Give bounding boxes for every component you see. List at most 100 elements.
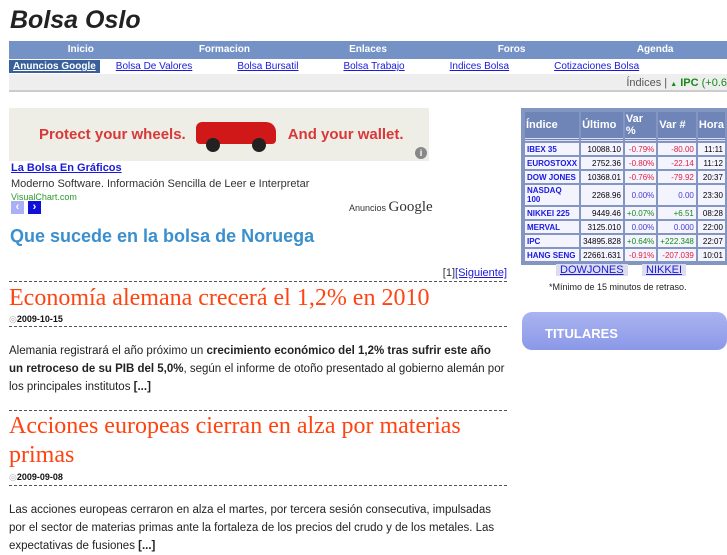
market-link-nikkei[interactable]: NIKKEI	[642, 264, 687, 276]
time: 20:37	[697, 171, 725, 183]
ticker-change: (+0.6	[701, 77, 727, 89]
prev-arrow-icon[interactable]: ‹	[11, 201, 24, 214]
divider	[9, 281, 507, 282]
last-value: 10088.10	[581, 143, 623, 155]
article-title[interactable]: Economía alemana crecerá el 1,2% en 2010	[9, 284, 507, 313]
change-abs: 0.00	[658, 185, 696, 205]
summary-text: Alemania registrará el año próximo un	[9, 345, 207, 357]
index-name[interactable]: IBEX 35	[525, 143, 580, 155]
car-image	[195, 118, 278, 152]
col-var-pct: Var %	[624, 112, 657, 141]
time: 11:12	[697, 157, 725, 169]
time: 23:30	[697, 185, 725, 205]
link-indices-bolsa[interactable]: Indices Bolsa	[450, 61, 509, 72]
change-pct: -0.91%	[624, 249, 657, 261]
col-var-num: Var #	[658, 112, 696, 141]
pager-current: [1]	[442, 267, 456, 279]
time: 10:01	[697, 249, 725, 261]
delay-note: *Mínimo de 15 minutos de retraso.	[549, 282, 687, 292]
ad-left-text: Protect your wheels.	[39, 126, 186, 143]
site-title: Bolsa Oslo	[10, 6, 141, 34]
next-arrow-icon[interactable]: ›	[28, 201, 41, 214]
stock-indices-table: Índice Último Var % Var # Hora IBEX 35 10…	[521, 108, 727, 265]
change-pct: +0.64%	[624, 235, 657, 247]
index-name[interactable]: MERVAL	[525, 221, 580, 233]
index-name[interactable]: NASDAQ 100	[525, 185, 580, 205]
date-text: 2009-10-15	[16, 314, 63, 324]
time: 22:07	[697, 235, 725, 247]
change-abs: -79.92	[658, 171, 696, 183]
change-abs: +6.51	[658, 207, 696, 219]
link-bolsa-bursatil[interactable]: Bolsa Bursatil	[237, 61, 298, 72]
clock-icon: ◎	[9, 472, 17, 482]
banner-ad[interactable]: Protect your wheels. And your wallet. i	[9, 108, 429, 161]
index-name[interactable]: IPC	[525, 235, 580, 247]
pager: [1][Siguiente]	[443, 267, 507, 279]
index-ticker: Índices | ▲ IPC (+0.6	[9, 74, 727, 92]
ads-by-label: Anuncios	[349, 203, 387, 213]
nav-formacion[interactable]: Formacion	[153, 41, 297, 59]
change-abs: -207.039	[658, 249, 696, 261]
nav-inicio[interactable]: Inicio	[9, 41, 153, 59]
main-nav: Inicio Formacion Enlaces Foros Agenda	[9, 41, 727, 59]
divider	[9, 410, 507, 411]
stock-row: NASDAQ 100 2268.96 0.00% 0.00 23:30	[525, 185, 725, 205]
nav-foros[interactable]: Foros	[440, 41, 584, 59]
ad-description: Moderno Software. Información Sencilla d…	[11, 178, 310, 190]
nav-enlaces[interactable]: Enlaces	[296, 41, 440, 59]
link-cotizaciones-bolsa[interactable]: Cotizaciones Bolsa	[554, 61, 639, 72]
ad-url[interactable]: VisualChart.com	[11, 192, 77, 200]
last-value: 9449.46	[581, 207, 623, 219]
last-value: 34895.828	[581, 235, 623, 247]
change-pct: 0.00%	[624, 185, 657, 205]
ad-links-bar: Anuncios Google Bolsa De Valores Bolsa B…	[9, 59, 727, 74]
index-name[interactable]: NIKKEI 225	[525, 207, 580, 219]
nav-agenda[interactable]: Agenda	[583, 41, 727, 59]
ticker-name[interactable]: IPC	[680, 77, 698, 89]
date-text: 2009-09-08	[16, 472, 63, 482]
stock-row: DOW JONES 10368.01 -0.76% -79.92 20:37	[525, 171, 725, 183]
col-hora: Hora	[697, 112, 725, 141]
clock-icon: ◎	[9, 314, 17, 324]
ad-link[interactable]: La Bolsa En Gráficos	[11, 162, 122, 174]
stock-row: IBEX 35 10088.10 -0.79% -80.00 11:11	[525, 143, 725, 155]
info-icon[interactable]: i	[415, 147, 427, 159]
section-title: Que sucede en la bolsa de Noruega	[10, 226, 315, 246]
article-title[interactable]: Acciones europeas cierran en alza por ma…	[9, 412, 507, 470]
change-pct: -0.80%	[624, 157, 657, 169]
time: 11:11	[697, 143, 725, 155]
pager-next[interactable]: [Siguiente]	[455, 267, 507, 279]
link-bolsa-de-valores[interactable]: Bolsa De Valores	[116, 61, 193, 72]
index-name[interactable]: HANG SENG	[525, 249, 580, 261]
change-abs: 0.000	[658, 221, 696, 233]
google-logo: Google	[388, 199, 433, 215]
index-name[interactable]: EUROSTOXX	[525, 157, 580, 169]
article-date: ◎2009-10-15	[9, 314, 63, 325]
titulares-header: TITULARES	[522, 312, 727, 350]
index-name[interactable]: DOW JONES	[525, 171, 580, 183]
read-more-link[interactable]: [...]	[134, 381, 151, 393]
last-value: 10368.01	[581, 171, 623, 183]
stock-row: MERVAL 3125.010 0.00% 0.000 22:00	[525, 221, 725, 233]
ads-label[interactable]: Anuncios Google	[9, 60, 100, 73]
divider	[9, 326, 507, 327]
divider	[9, 485, 507, 486]
market-link-dowjones[interactable]: DOWJONES	[556, 264, 628, 276]
change-abs: -22.14	[658, 157, 696, 169]
stock-row: NIKKEI 225 9449.46 +0.07% +6.51 08:28	[525, 207, 725, 219]
stock-row: EUROSTOXX 2752.36 -0.80% -22.14 11:12	[525, 157, 725, 169]
change-abs: -80.00	[658, 143, 696, 155]
change-abs: +222.348	[658, 235, 696, 247]
col-indice: Índice	[525, 112, 580, 141]
time: 08:28	[697, 207, 725, 219]
link-bolsa-trabajo[interactable]: Bolsa Trabajo	[343, 61, 404, 72]
read-more-link[interactable]: [...]	[138, 540, 155, 552]
col-ultimo: Último	[581, 112, 623, 141]
change-pct: -0.76%	[624, 171, 657, 183]
last-value: 2268.96	[581, 185, 623, 205]
ads-by-google[interactable]: Anuncios Google	[349, 199, 433, 216]
article-summary: Alemania registrará el año próximo un cr…	[9, 342, 507, 396]
change-pct: 0.00%	[624, 221, 657, 233]
change-pct: +0.07%	[624, 207, 657, 219]
stock-row: HANG SENG 22661.631 -0.91% -207.039 10:01	[525, 249, 725, 261]
